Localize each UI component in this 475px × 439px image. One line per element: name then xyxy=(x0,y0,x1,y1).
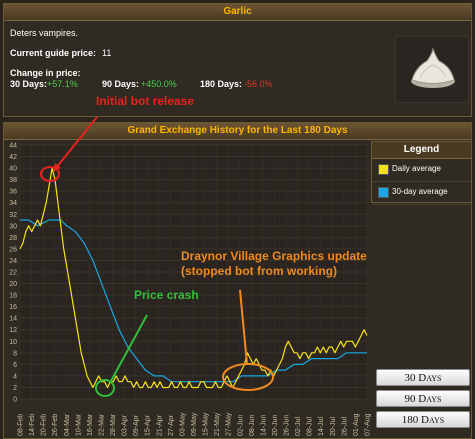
x-tick-label: 14-Jun xyxy=(260,414,267,436)
legend-swatch-30day xyxy=(378,187,389,198)
legend-label-30day: 30-day average xyxy=(392,187,448,196)
y-tick-label: 40 xyxy=(9,166,17,173)
y-tick-label: 26 xyxy=(9,246,17,253)
legend-swatch-daily xyxy=(378,164,389,175)
x-tick-label: 27-Apr xyxy=(168,414,175,436)
x-tick-label: 27-May xyxy=(226,412,233,436)
legend: Legend Daily average 30-day average xyxy=(371,141,472,205)
y-tick-label: 30 xyxy=(9,223,17,230)
x-tick-label: 01-Aug xyxy=(353,413,360,436)
y-tick-label: 18 xyxy=(9,293,17,300)
y-tick-label: 2 xyxy=(13,385,17,392)
x-tick-label: 08-Feb xyxy=(18,414,25,436)
y-tick-label: 32 xyxy=(9,212,17,219)
x-tick-label: 22-Mar xyxy=(98,413,105,436)
x-tick-label: 20-Jul xyxy=(330,416,337,436)
x-tick-label: 14-Jul xyxy=(318,416,325,436)
x-tick-label: 07-Aug xyxy=(365,413,372,436)
x-tick-label: 26-Jun xyxy=(284,414,291,436)
y-tick-label: 10 xyxy=(9,339,17,346)
y-tick-label: 20 xyxy=(9,281,17,288)
x-tick-label: 21-May xyxy=(214,412,221,436)
x-tick-label: 26-Feb xyxy=(52,414,59,436)
y-tick-label: 44 xyxy=(9,143,17,150)
y-tick-label: 22 xyxy=(9,270,17,277)
x-tick-label: 02-Jun xyxy=(237,414,244,436)
legend-label-daily: Daily average xyxy=(392,164,441,173)
y-tick-label: 38 xyxy=(9,177,17,184)
y-tick-label: 36 xyxy=(9,189,17,196)
x-tick-label: 16-Mar xyxy=(87,413,94,436)
annotation-price-crash: Price crash xyxy=(134,288,199,302)
x-tick-label: 04-Mar xyxy=(64,413,71,436)
y-tick-label: 42 xyxy=(9,154,17,161)
x-tick-label: 09-May xyxy=(191,412,198,436)
range-90-days-button[interactable]: 90 Days xyxy=(376,390,470,407)
range-30-days-button[interactable]: 30 Days xyxy=(376,369,470,386)
x-tick-label: 28-Mar xyxy=(110,413,117,436)
legend-item-30day: 30-day average xyxy=(372,182,471,205)
annotation-graphics-update: Draynor Village Graphics update xyxy=(181,249,367,263)
legend-item-daily: Daily average xyxy=(372,159,471,182)
y-tick-label: 14 xyxy=(9,316,17,323)
x-tick-label: 10-Mar xyxy=(75,413,82,436)
x-tick-label: 08-Jun xyxy=(249,414,256,436)
x-tick-label: 26-Jul xyxy=(341,416,348,436)
range-180-days-button[interactable]: 180 Days xyxy=(376,411,470,428)
x-tick-label: 15-Apr xyxy=(145,414,152,436)
y-tick-label: 6 xyxy=(13,362,17,369)
annotation-graphics-update-note: (stopped bot from working) xyxy=(181,264,337,278)
x-tick-label: 20-Jun xyxy=(272,414,279,436)
y-tick-label: 8 xyxy=(13,350,17,357)
annotation-bot-release: Initial bot release xyxy=(96,94,195,108)
y-tick-label: 4 xyxy=(13,373,17,380)
y-tick-label: 12 xyxy=(9,327,17,334)
y-tick-label: 28 xyxy=(9,235,17,242)
x-tick-label: 03-Apr xyxy=(122,414,129,436)
x-tick-label: 09-Apr xyxy=(133,414,140,436)
y-tick-label: 34 xyxy=(9,200,17,207)
x-tick-label: 15-May xyxy=(203,412,210,436)
y-tick-label: 24 xyxy=(9,258,17,265)
x-tick-label: 14-Feb xyxy=(29,414,36,436)
x-tick-label: 20-Feb xyxy=(41,414,48,436)
x-tick-label: 08-Jul xyxy=(307,416,314,436)
y-tick-label: 0 xyxy=(13,397,17,404)
x-tick-label: 03-May xyxy=(179,412,186,436)
legend-title: Legend xyxy=(372,142,471,159)
y-tick-label: 16 xyxy=(9,304,17,311)
x-tick-label: 21-Apr xyxy=(156,414,163,436)
x-tick-label: 02-Jul xyxy=(295,416,302,436)
